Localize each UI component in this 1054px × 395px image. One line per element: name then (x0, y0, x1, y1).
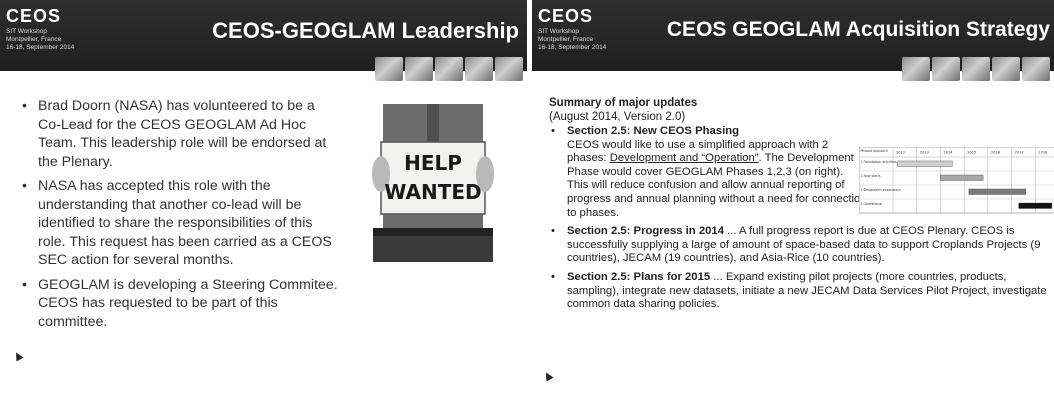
slide-header: CEOS SIT Workshop Montpellier, France 16… (532, 0, 1054, 83)
section-heading: Section 2.5: New CEOS Phasing (567, 125, 740, 137)
workshop-line: 16-18, September 2014 (6, 44, 75, 51)
gantt-row-label: 3 Geographic expansions (861, 188, 902, 192)
summary-block: Summary of major updates (August 2014, V… (549, 96, 697, 124)
workshop-line: SIT Workshop (6, 28, 47, 35)
bullet-item: Brad Doorn (NASA) has volunteered to be … (22, 97, 340, 171)
slide-acquisition-strategy: CEOS SIT Workshop Montpellier, France 16… (532, 0, 1054, 395)
gantt-phase-bar (968, 188, 1026, 195)
gantt-year-label: 2016 (991, 151, 1001, 155)
thumbnail-image (902, 57, 930, 81)
bullet-item: GEOGLAM is developing a Steering Commite… (22, 276, 340, 332)
section-text: CEOS would like to use a simplified appr… (567, 139, 867, 221)
ceos-logo: CEOS (6, 6, 62, 26)
phasing-gantt-chart: Phased approach 2012 2013 2014 2015 2016 2017 2… (859, 147, 1054, 214)
mouse-cursor-icon (12, 350, 24, 362)
workshop-info: SIT Workshop Montpellier, France 16-18, … (6, 28, 74, 52)
section-heading: Section 2.5: Progress in 2014 (567, 225, 724, 238)
ceos-logo: CEOS (538, 6, 594, 26)
thumbnail-image (495, 57, 523, 81)
thumbnail-image (435, 57, 463, 81)
gantt-row-label: 4 Operational (861, 202, 883, 206)
workshop-line: SIT Workshop (538, 28, 579, 35)
thumbnail-image (375, 57, 403, 81)
gantt-year-label: 2012 (896, 151, 905, 155)
gantt-phase-bar (940, 174, 984, 181)
thumbnail-image (465, 57, 493, 81)
workshop-line: 16-18, September 2014 (538, 44, 607, 51)
workshop-line: Montpellier, France (538, 36, 594, 43)
gantt-year-label: 2017 (1015, 151, 1024, 155)
help-wanted-photo: HELP WANTED (355, 104, 511, 262)
workshop-line: Montpellier, France (6, 36, 62, 43)
workshop-info: SIT Workshop Montpellier, France 16-18, … (538, 28, 606, 52)
section-heading: Section 2.5: Plans for 2015 (567, 270, 711, 283)
section-item: Section 2.5: Plans for 2015 ... Expand e… (549, 271, 1049, 312)
gantt-year-label: 2013 (920, 151, 929, 155)
thumbnail-image (992, 57, 1020, 81)
gantt-corner-label: Phased approach (861, 149, 888, 153)
thumbnail-image (962, 57, 990, 81)
bullet-item: NASA has accepted this role with the und… (22, 177, 340, 270)
mouse-cursor-icon (542, 370, 554, 382)
slide-header: CEOS SIT Workshop Montpellier, France 16… (0, 0, 527, 83)
slide-title: CEOS-GEOGLAM Leadership (212, 18, 519, 43)
gantt-phase-bar (1018, 202, 1053, 209)
sign-text-wanted: WANTED (384, 180, 481, 204)
thumbnail-image (1022, 57, 1050, 81)
jeans (373, 232, 493, 262)
bullet-list: Brad Doorn (NASA) has volunteered to be … (22, 97, 340, 337)
slide-title: CEOS GEOGLAM Acquisition Strategy (666, 18, 1050, 41)
slide-leadership: CEOS SIT Workshop Montpellier, France 16… (0, 0, 527, 395)
gantt-year-label: 2015 (967, 151, 976, 155)
gantt-row-label: 2 New starts (861, 174, 881, 178)
section-underlined-text: Development and “Operation” (609, 152, 759, 165)
summary-subheading: (August 2014, Version 2.0) (549, 111, 686, 123)
header-image-strip (375, 57, 523, 81)
gantt-year-label: 2014 (943, 151, 953, 155)
gantt-row-label: 1 Foundation activities (861, 160, 898, 164)
thumbnail-image (932, 57, 960, 81)
thumbnail-image (405, 57, 433, 81)
gantt-phase-bar (897, 160, 953, 167)
summary-heading: Summary of major updates (549, 97, 698, 109)
header-image-strip (902, 57, 1050, 81)
gantt-year-label: 2018 (1038, 151, 1048, 155)
sign-text-help: HELP (404, 151, 462, 175)
